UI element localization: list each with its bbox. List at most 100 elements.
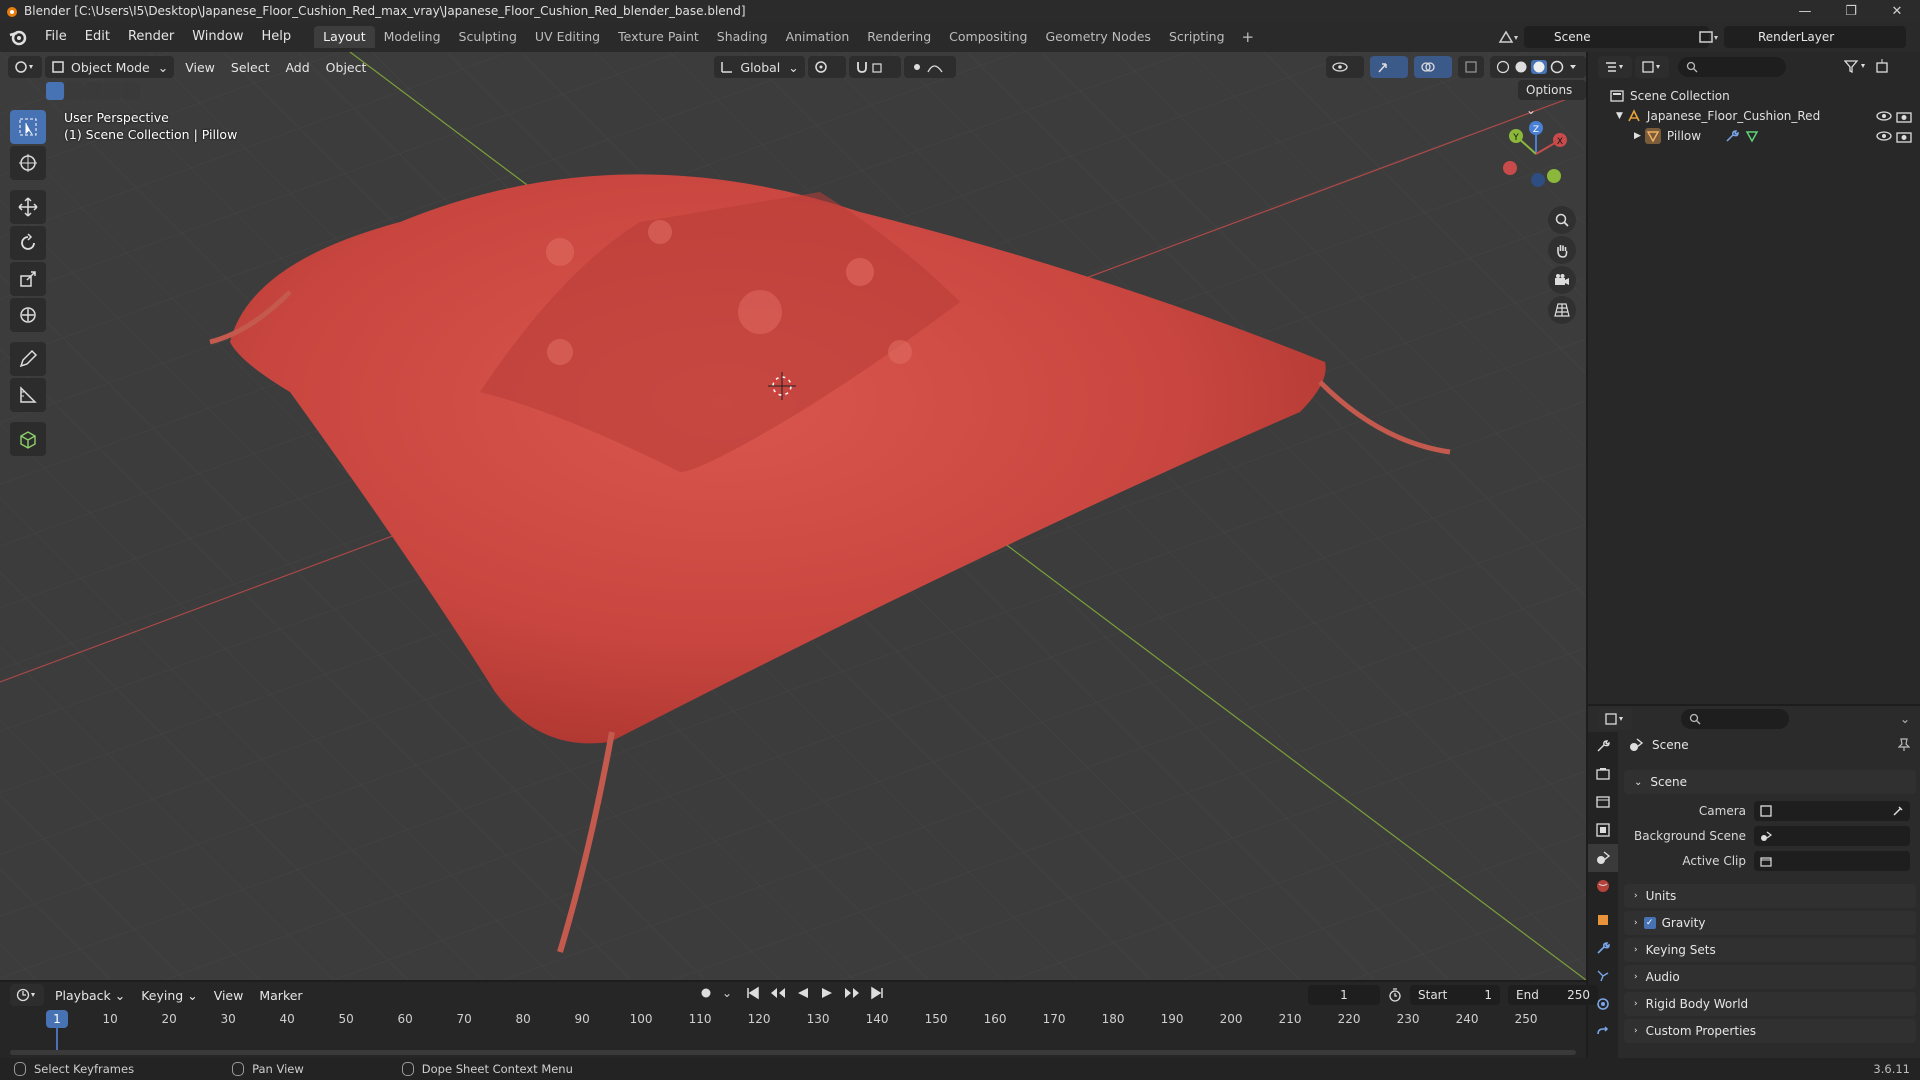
start-frame-field[interactable]: Start 1 [1410,985,1500,1005]
3d-viewport[interactable]: Object Mode ⌄ View Select Add Object Glo… [0,52,1586,980]
play-reverse-icon[interactable] [796,986,810,1000]
tab-render[interactable] [1588,760,1618,788]
menu-edit[interactable]: Edit [76,22,119,52]
maximize-button[interactable]: ❐ [1828,0,1874,22]
pin-icon[interactable] [1898,738,1910,752]
chevron-down-icon[interactable]: ⌄ [1900,712,1910,726]
outliner-search-input[interactable] [1678,57,1786,77]
tab-scripting[interactable]: Scripting [1160,26,1234,48]
mode-selector[interactable]: Object Mode ⌄ [45,56,175,78]
rigid-body-world-panel-header[interactable]: › Rigid Body World [1624,992,1916,1016]
tab-texture-paint[interactable]: Texture Paint [609,26,708,48]
select-intersect-button[interactable] [122,82,140,100]
menu-render[interactable]: Render [119,22,183,52]
playhead[interactable]: 1 [46,1010,68,1028]
add-workspace-button[interactable]: + [1234,28,1263,46]
tab-compositing[interactable]: Compositing [940,26,1036,48]
pan-button[interactable] [1548,236,1576,264]
jump-end-icon[interactable] [870,986,884,1000]
measure-tool[interactable] [10,378,46,412]
timeline-editor-type-button[interactable] [10,984,44,1006]
expand-arrow-icon[interactable]: ▼ [1616,111,1623,121]
toggle-perspective-button[interactable] [1548,296,1576,324]
gizmo-toggle-button[interactable] [1370,56,1408,78]
tab-layout[interactable]: Layout [314,26,375,48]
outliner-editor-type-button[interactable] [1598,56,1632,78]
viewport-menu-view[interactable]: View [177,60,223,75]
cursor-tool[interactable] [10,146,46,180]
camera-field[interactable] [1754,801,1910,821]
select-new-button[interactable] [46,82,64,100]
proportional-editing-button[interactable] [903,56,956,78]
timeline-menu-view[interactable]: View [206,988,252,1003]
tab-view-layer[interactable] [1588,816,1618,844]
tab-object[interactable] [1588,906,1618,934]
viewport-canvas[interactable] [0,52,1586,980]
navigation-gizmo[interactable]: Z Y X [1496,114,1576,194]
blender-logo-icon[interactable] [8,27,28,47]
select-invert-button[interactable] [103,82,121,100]
chevron-down-icon[interactable]: ⌄ [722,986,736,1000]
pivot-point-button[interactable] [807,56,846,78]
timeline-menu-keying[interactable]: Keying ⌄ [133,988,205,1003]
filter-button[interactable] [1843,59,1870,76]
tab-output[interactable] [1588,788,1618,816]
zoom-button[interactable] [1548,206,1576,234]
outliner-row-pillow[interactable]: ▶ Pillow [1588,126,1920,146]
tab-scene[interactable] [1588,844,1618,872]
display-mode-button[interactable] [1635,56,1669,78]
options-dropdown[interactable]: Options ⌄ [1518,80,1586,117]
overlays-toggle-button[interactable] [1414,56,1452,78]
new-collection-button[interactable] [1874,58,1890,77]
tab-world[interactable] [1588,872,1618,900]
properties-search-input[interactable] [1681,709,1789,729]
eye-icon[interactable] [1876,130,1892,142]
scene-panel-header[interactable]: ⌄ Scene [1624,770,1916,794]
rotate-tool[interactable] [10,226,46,260]
scene-selector[interactable]: Scene [1524,26,1709,48]
close-window-button[interactable]: ✕ [1874,0,1920,22]
tab-tool[interactable] [1588,732,1618,760]
jump-keyframe-forward-icon[interactable] [844,986,860,1000]
eyedropper-icon[interactable] [1892,805,1904,817]
stopwatch-icon[interactable] [1388,988,1402,1002]
viewport-menu-object[interactable]: Object [318,60,375,75]
snapping-button[interactable] [848,56,901,78]
editor-type-button[interactable] [8,56,42,78]
shading-mode-buttons[interactable] [1490,56,1586,78]
units-panel-header[interactable]: › Units [1624,884,1916,908]
tab-animation[interactable]: Animation [777,26,859,48]
viewport-menu-select[interactable]: Select [223,60,278,75]
visibility-button[interactable] [1326,56,1364,78]
wrench-modifier-icon[interactable] [1725,129,1739,143]
select-box-tool[interactable] [10,110,46,144]
background-scene-field[interactable] [1754,826,1910,846]
timeline-scrollbar[interactable] [10,1050,1576,1055]
view-layer-selector[interactable]: RenderLayer [1724,26,1906,48]
gravity-panel-header[interactable]: › ✓ Gravity [1624,911,1916,935]
properties-editor-type-button[interactable] [1598,708,1632,730]
timeline-ruler[interactable]: 1 10 20 30 40 50 60 70 80 90 100 110 120 130 140 150 160… [0,1010,1586,1052]
jump-start-icon[interactable] [746,986,760,1000]
transform-tool[interactable] [10,298,46,332]
view-layer-icon[interactable] [1698,30,1720,44]
render-camera-icon[interactable] [1896,129,1912,143]
tab-constraints[interactable] [1588,1018,1618,1046]
timeline-menu-playback[interactable]: Playback ⌄ [47,988,133,1003]
transform-orientation-selector[interactable]: Global ⌄ [714,56,805,78]
eye-icon[interactable] [1876,110,1892,122]
render-camera-icon[interactable] [1896,109,1912,123]
active-clip-field[interactable] [1754,851,1910,871]
expand-arrow-icon[interactable]: ▶ [1634,131,1641,141]
annotate-tool[interactable] [10,342,46,376]
record-icon[interactable] [700,987,712,999]
viewport-menu-add[interactable]: Add [277,60,317,75]
outliner-row-collection[interactable]: ▼ Japanese_Floor_Cushion_Red [1588,106,1920,126]
tab-modifiers[interactable] [1588,934,1618,962]
jump-keyframe-back-icon[interactable] [770,986,786,1000]
outliner-row-scene-collection[interactable]: Scene Collection [1588,86,1920,106]
tab-shading[interactable]: Shading [708,26,777,48]
select-extend-button[interactable] [65,82,83,100]
scene-icon[interactable] [1498,30,1520,44]
tab-uv-editing[interactable]: UV Editing [526,26,609,48]
